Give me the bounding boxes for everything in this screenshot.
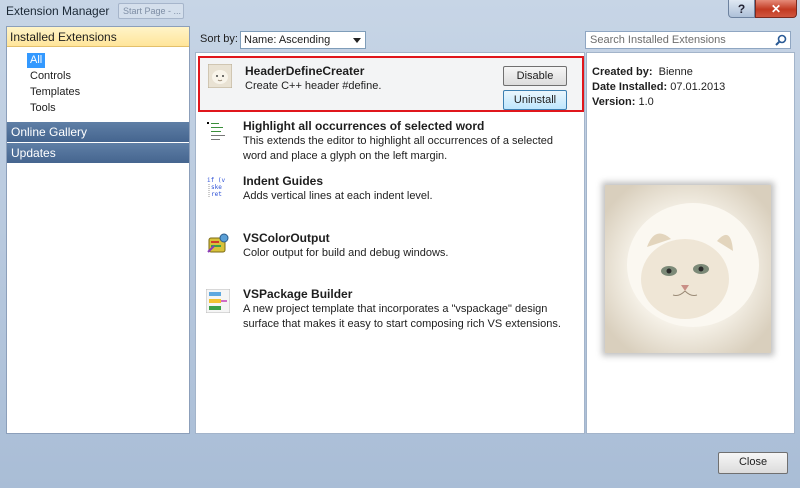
category-sidebar: Installed Extensions All Controls Templa… <box>6 26 190 434</box>
created-by-value: Bienne <box>658 66 693 78</box>
window-title: Extension Manager <box>6 4 110 18</box>
sort-dropdown[interactable]: Name: Ascending <box>240 31 366 49</box>
sort-label: Sort by: <box>200 33 238 45</box>
version-label: Version: <box>592 96 636 108</box>
close-button[interactable]: Close <box>718 452 788 474</box>
updates-section[interactable]: Updates <box>7 143 189 163</box>
sidebar-item-tools[interactable]: Tools <box>30 101 56 116</box>
extension-description: A new project template that incorporates… <box>243 303 561 330</box>
extension-name: VSPackage Builder <box>243 287 353 301</box>
svg-text:if (v: if (v <box>207 177 225 184</box>
created-by-row: Created by: Bienne <box>592 66 693 78</box>
installed-extensions-header[interactable]: Installed Extensions <box>7 27 189 47</box>
extension-name: VSColorOutput <box>243 231 330 245</box>
sidebar-item-controls[interactable]: Controls <box>30 69 71 84</box>
extension-item-highlight[interactable]: Highlight all occurrences of selected wo… <box>196 116 584 166</box>
package-builder-icon <box>206 289 230 313</box>
sidebar-item-templates[interactable]: Templates <box>30 85 80 100</box>
search-placeholder: Search Installed Extensions <box>590 34 726 46</box>
extension-list: HeaderDefineCreater Create C++ header #d… <box>195 52 585 434</box>
date-installed-label: Date Installed: <box>592 81 668 93</box>
sort-value: Name: Ascending <box>244 34 331 46</box>
color-output-icon <box>207 233 229 253</box>
chevron-down-icon <box>353 38 361 43</box>
extension-description: Color output for build and debug windows… <box>243 247 449 259</box>
window-close-button[interactable]: ✕ <box>755 0 797 18</box>
toolbar: Sort by: Name: Ascending Search Installe… <box>195 27 795 51</box>
uninstall-button[interactable]: Uninstall <box>503 90 567 110</box>
created-by-label: Created by: <box>592 66 653 78</box>
date-installed-row: Date Installed: 07.01.2013 <box>592 81 725 93</box>
indent-code-icon: if (v ske ret <box>207 177 225 198</box>
extension-item-vspackage-builder[interactable]: VSPackage Builder A new project template… <box>196 284 584 334</box>
version-value: 1.0 <box>638 96 654 108</box>
background-tab: Start Page - ... <box>118 3 184 19</box>
extension-description: Adds vertical lines at each indent level… <box>243 190 433 202</box>
sidebar-item-all[interactable]: All <box>27 53 46 68</box>
svg-text:ske: ske <box>211 184 222 191</box>
title-bar: Extension Manager Start Page - ... ? ✕ <box>0 0 800 22</box>
cat-preview-icon <box>605 185 771 353</box>
version-row: Version: 1.0 <box>592 96 654 108</box>
online-gallery-section[interactable]: Online Gallery <box>7 122 189 142</box>
extension-description: This extends the editor to highlight all… <box>243 135 554 162</box>
date-installed-value: 07.01.2013 <box>670 81 726 93</box>
extension-item-indent-guides[interactable]: if (v ske ret Indent Guides Adds vertica… <box>196 171 584 215</box>
highlight-code-icon <box>207 122 225 140</box>
disable-button[interactable]: Disable <box>503 66 567 86</box>
svg-text:ret: ret <box>211 191 222 198</box>
extension-details-pane: Created by: Bienne Date Installed: 07.01… <box>586 52 795 434</box>
extension-preview-image <box>605 185 771 353</box>
dialog-footer: Close <box>0 436 800 488</box>
extension-manager-window: Extension Manager Start Page - ... ? ✕ I… <box>0 0 800 488</box>
extension-name: Indent Guides <box>243 174 324 188</box>
search-input[interactable]: Search Installed Extensions <box>585 31 791 49</box>
help-button[interactable]: ? <box>728 0 755 18</box>
extension-item-vscoloroutput[interactable]: VSColorOutput Color output for build and… <box>196 228 584 272</box>
extension-name: Highlight all occurrences of selected wo… <box>243 119 485 133</box>
extension-name: HeaderDefineCreater <box>245 64 365 78</box>
search-icon[interactable] <box>775 34 787 46</box>
cat-thumbnail-icon <box>208 64 232 88</box>
extension-item-headerdefinecreater[interactable]: HeaderDefineCreater Create C++ header #d… <box>198 56 584 112</box>
